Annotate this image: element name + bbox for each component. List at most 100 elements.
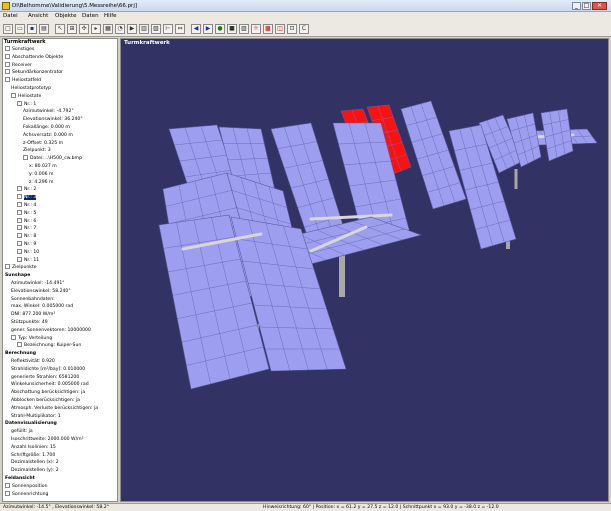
tree-item[interactable]: Nr.: 5 bbox=[17, 209, 36, 217]
collapse-icon[interactable] bbox=[5, 77, 10, 83]
menu-datei[interactable]: Datei bbox=[3, 13, 18, 20]
tree-item[interactable]: Nr.: 2 bbox=[17, 186, 36, 193]
tree-item[interactable]: Strahl-Multiplikator: 1 bbox=[11, 413, 61, 420]
tree-item[interactable]: Abblocken berücksichtigen: ja bbox=[11, 397, 80, 404]
tree-item[interactable]: max. Winkel: 0.005000 rad bbox=[11, 303, 73, 310]
tree-item[interactable]: Sunshape bbox=[5, 272, 30, 279]
tree-item[interactable]: Nr.: 8 bbox=[17, 233, 36, 240]
tree-item[interactable]: gefüllt: ja bbox=[11, 428, 33, 435]
tree-item[interactable]: Dezimalstellen (y): 2 bbox=[11, 467, 59, 474]
tree-item[interactable]: Dezimalstellen (x): 2 bbox=[11, 459, 59, 466]
tree-item[interactable]: Nr.: 11 bbox=[17, 256, 39, 264]
tree-item[interactable]: Typ: Verteilung bbox=[11, 334, 52, 342]
tree-item[interactable]: Elevationswinkel: 58.240° bbox=[11, 288, 71, 295]
tree-item[interactable]: Nr.: 6 bbox=[17, 217, 36, 225]
next-icon[interactable]: ▶ bbox=[203, 24, 213, 34]
clock-icon[interactable]: ◔ bbox=[115, 24, 125, 34]
view-icon[interactable]: ◫ bbox=[275, 24, 285, 34]
maximize-button[interactable]: □ bbox=[582, 2, 591, 10]
tree-item[interactable]: Heliostatfeld bbox=[5, 77, 41, 84]
tool-icon[interactable]: ▤ bbox=[39, 24, 49, 34]
tree-item[interactable]: Schriftgröße: 1.700 bbox=[11, 452, 55, 459]
table-icon[interactable]: ▥ bbox=[139, 24, 149, 34]
tree-item[interactable]: Abschattung berücksichtigen: ja bbox=[11, 389, 85, 396]
tree-item[interactable]: gener. Sonnenvektoren: 10000000 bbox=[11, 327, 91, 334]
new-icon[interactable]: □ bbox=[3, 24, 13, 34]
tree-item[interactable]: Zielpunkte bbox=[5, 264, 37, 271]
expand-icon[interactable] bbox=[17, 217, 22, 223]
tree-item[interactable]: Heliostate bbox=[11, 92, 41, 100]
tree-item[interactable]: Strahldichte [m²/bay]: 0.010000 bbox=[11, 366, 85, 373]
expand-icon[interactable] bbox=[5, 53, 10, 59]
expand-icon[interactable] bbox=[5, 482, 10, 488]
menu-hilfe[interactable]: Hilfe bbox=[104, 13, 117, 20]
tree-item[interactable]: Heliostatprototyp bbox=[11, 85, 51, 92]
tree-item[interactable]: Nr.: 10 bbox=[17, 248, 39, 256]
minimize-button[interactable]: _ bbox=[572, 2, 581, 10]
menu-ansicht[interactable]: Ansicht bbox=[28, 13, 48, 20]
image-icon[interactable]: ▨ bbox=[239, 24, 249, 34]
tree-item[interactable]: Nr.: 1 bbox=[17, 100, 36, 108]
go-icon[interactable]: ● bbox=[215, 24, 225, 34]
tree-item[interactable]: generierte Strahlen: 6581200 bbox=[11, 374, 79, 381]
tree-item[interactable]: DNI: 877.200 W/m² bbox=[11, 311, 55, 318]
measure-icon[interactable]: ⊢ bbox=[163, 24, 173, 34]
expand-icon[interactable] bbox=[5, 490, 10, 496]
stop-icon[interactable]: ■ bbox=[227, 24, 237, 34]
export-icon[interactable]: ⊡ bbox=[287, 24, 297, 34]
view-panel[interactable]: Turmkraftwerk bbox=[120, 38, 609, 502]
tree-item[interactable]: Sonstiges bbox=[5, 46, 34, 53]
expand-icon[interactable] bbox=[5, 69, 10, 75]
tree-item[interactable]: Berechnung bbox=[5, 350, 36, 357]
heliostat-field-3d-view[interactable] bbox=[121, 39, 608, 501]
tree-item[interactable]: Sonnenposition bbox=[5, 482, 47, 490]
collapse-icon[interactable] bbox=[23, 155, 28, 161]
menu-objekte[interactable]: Objekte bbox=[55, 13, 76, 20]
tree-item[interactable]: Zielpunkt: 3 bbox=[23, 147, 51, 154]
tree-item[interactable]: Azimutwinkel: -4.792° bbox=[23, 108, 74, 115]
collapse-icon[interactable] bbox=[11, 92, 16, 98]
run-icon[interactable]: ▶ bbox=[127, 24, 137, 34]
expand-icon[interactable] bbox=[17, 241, 22, 246]
grid-icon[interactable]: ▦ bbox=[103, 24, 113, 34]
collapse-icon[interactable] bbox=[11, 334, 16, 340]
tree-item[interactable]: Achsversatz: 0.000 m bbox=[23, 132, 73, 139]
tree-item[interactable]: Reflektivität: 0.920 bbox=[11, 358, 55, 365]
tree-item[interactable]: Elevationswinkel: 36.240° bbox=[23, 116, 83, 123]
expand-icon[interactable] bbox=[5, 46, 10, 51]
tree-item[interactable]: Sekundärkonzentrator bbox=[5, 69, 63, 76]
tree-item[interactable]: Azimutwinkel: -14.491° bbox=[11, 280, 65, 287]
tree-item[interactable]: Abschattende Objekte bbox=[5, 53, 63, 61]
tree-item[interactable]: Nr.: 9 bbox=[17, 241, 36, 248]
expand-icon[interactable] bbox=[17, 186, 22, 192]
menu-daten[interactable]: Daten bbox=[82, 13, 99, 20]
tree-item[interactable]: Winkelunsicherheit: 0.005000 rad bbox=[11, 381, 89, 388]
arrow-icon[interactable]: ▸ bbox=[91, 24, 101, 34]
expand-icon[interactable] bbox=[17, 233, 22, 239]
move-icon[interactable]: ✣ bbox=[79, 24, 89, 34]
sun-icon[interactable]: ☼ bbox=[251, 24, 261, 34]
tree-item[interactable]: Sonnenrichtung bbox=[5, 490, 48, 498]
tree-item[interactable]: Datenvisualisierung bbox=[5, 420, 57, 427]
tree-item[interactable]: Nr.: 7 bbox=[17, 225, 36, 232]
chart-icon[interactable]: ▧ bbox=[151, 24, 161, 34]
tree-item[interactable]: Isoschrittweite: 2000.000 W/m² bbox=[11, 436, 83, 443]
tree-item[interactable]: Nr.: 3 bbox=[17, 194, 37, 201]
expand-icon[interactable] bbox=[17, 209, 22, 215]
open-icon[interactable]: ▭ bbox=[15, 24, 25, 34]
tree-item[interactable]: z: 4.296 m bbox=[29, 179, 54, 186]
tree-icon[interactable]: ⊞ bbox=[67, 24, 77, 34]
tree-item[interactable]: Atmosph. Verluste berücksichtigen: ja bbox=[11, 405, 98, 412]
tree-item[interactable]: z-Offset: 0.325 m bbox=[23, 140, 63, 147]
expand-icon[interactable] bbox=[17, 248, 22, 254]
refresh-icon[interactable]: C bbox=[299, 24, 309, 34]
expand-icon[interactable] bbox=[5, 264, 10, 270]
expand-icon[interactable] bbox=[17, 194, 22, 200]
link-icon[interactable]: ⇔ bbox=[175, 24, 185, 34]
expand-icon[interactable] bbox=[17, 225, 22, 231]
collapse-icon[interactable] bbox=[17, 100, 22, 106]
expand-icon[interactable] bbox=[17, 342, 22, 348]
tree-item[interactable]: Fokallänge: 0.000 m bbox=[23, 124, 70, 131]
expand-icon[interactable] bbox=[17, 202, 22, 207]
save-icon[interactable]: ▪ bbox=[27, 24, 37, 34]
